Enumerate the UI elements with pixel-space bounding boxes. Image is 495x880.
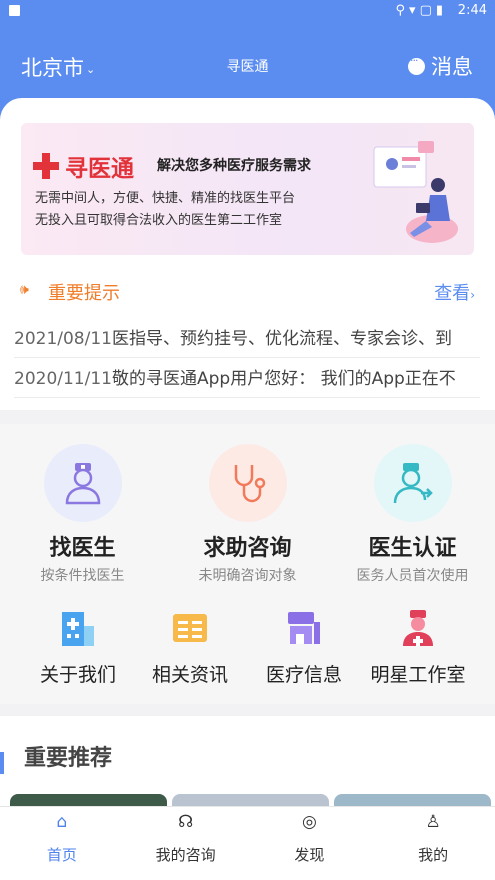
star-studio-tile[interactable]: 明星工作室 [356,608,480,687]
notice-text: 敬的寻医通App用户您好： 我们的App正在不 [111,369,456,389]
notice-header: 🕪 重要提示 查看› [0,276,495,306]
banner-slogan: 解决您多种医疗服务需求 [157,158,311,174]
status-bar: ⚲▾▢▮ 2:44 [0,0,495,22]
section-accent-bar [0,752,4,774]
stethoscope-icon [208,444,287,522]
notice-title: 重要提示 [48,283,120,304]
notice-date: 2020/11/11 [14,369,112,389]
headset-icon: ☊ [178,812,194,832]
banner-line-2: 无投入且可取得合法收入的医生第二工作室 [35,213,283,228]
medical-info-label: 医疗信息 [265,664,342,686]
services-section: 找医生 按条件找医生 求助咨询 未明确咨询对象 医生认证 医务人员首次使用 关于… [0,424,495,704]
medical-info-icon [284,608,324,648]
tab-my-consult[interactable]: ☊ 我的咨询 [124,807,248,880]
doctor-certify-subtitle: 医务人员首次使用 [356,568,469,584]
consult-help-tile[interactable]: 求助咨询 未明确咨询对象 [165,444,330,585]
find-doctor-subtitle: 按条件找医生 [40,568,125,584]
consult-help-subtitle: 未明确咨询对象 [198,568,297,584]
user-icon: ♙ [425,812,441,832]
medical-cross-icon [33,153,59,179]
messages-button[interactable]: 消息 [408,51,473,81]
logo-text: 寻医通 [65,156,134,182]
doctor-certify-icon [373,444,452,522]
news-icon [170,608,210,648]
brand-logo: 寻医通 [33,149,134,183]
doctor-certify-title: 医生认证 [368,536,457,561]
bottom-tab-bar: ⌂ 首页 ☊ 我的咨询 ◎ 发现 ♙ 我的 [0,806,495,880]
find-doctor-title: 找医生 [49,536,116,561]
news-label: 相关资讯 [151,664,228,686]
tab-home-label: 首页 [46,846,77,864]
notice-date: 2021/08/11 [14,329,112,349]
news-tile[interactable]: 相关资讯 [128,608,252,687]
home-card: 寻医通 解决您多种医疗服务需求 无需中间人，方便、快捷、精准的找医生平台 无投入… [0,98,495,410]
promo-banner[interactable]: 寻医通 解决您多种医疗服务需求 无需中间人，方便、快捷、精准的找医生平台 无投入… [21,123,474,255]
star-studio-label: 明星工作室 [370,664,466,686]
find-doctor-tile[interactable]: 找医生 按条件找医生 [0,444,165,585]
chat-bubble-icon [408,54,425,75]
notice-item[interactable]: 2021/08/11医指导、预约挂号、优化流程、专家会诊、到 [14,324,480,358]
banner-line-1: 无需中间人，方便、快捷、精准的找医生平台 [35,191,296,206]
chevron-right-icon: › [470,288,475,302]
tab-me-label: 我的 [418,846,449,864]
consultation-illustration [373,141,458,243]
clock: 2:44 [457,3,487,18]
notification-icon [9,5,20,16]
messages-label: 消息 [431,55,473,79]
tab-me[interactable]: ♙ 我的 [371,807,495,880]
doctor-certify-tile[interactable]: 医生认证 医务人员首次使用 [330,444,495,585]
hospital-building-icon [58,608,98,648]
tab-discover[interactable]: ◎ 发现 [248,807,372,880]
medical-info-tile[interactable]: 医疗信息 [242,608,366,687]
compass-icon: ◎ [301,812,317,832]
status-icons: ⚲▾▢▮ [395,3,447,18]
speaker-icon: 🕪 [20,282,29,298]
nurse-icon [398,608,438,648]
tab-discover-label: 发现 [294,846,325,864]
notice-more-label: 查看 [434,283,471,304]
about-us-tile[interactable]: 关于我们 [16,608,140,687]
recommend-title: 重要推荐 [24,746,113,771]
doctor-icon [43,444,122,522]
home-icon: ⌂ [56,812,68,832]
tab-home[interactable]: ⌂ 首页 [0,807,124,880]
consult-help-title: 求助咨询 [203,536,292,561]
recommend-section: 重要推荐 [0,716,495,808]
notice-more-link[interactable]: 查看› [434,279,475,305]
notice-text: 医指导、预约挂号、优化流程、专家会诊、到 [111,329,452,349]
about-us-label: 关于我们 [39,664,116,686]
notice-item[interactable]: 2020/11/11敬的寻医通App用户您好： 我们的App正在不 [14,364,480,398]
tab-my-consult-label: 我的咨询 [155,846,216,864]
